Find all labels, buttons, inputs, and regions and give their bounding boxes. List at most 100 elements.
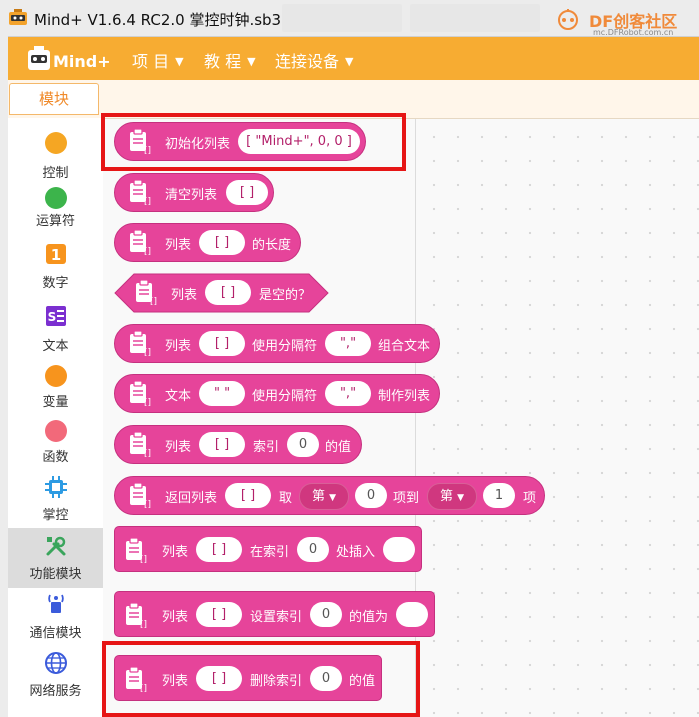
block-label: 项到: [393, 491, 420, 506]
svg-text:[]: []: [144, 146, 151, 154]
separator-input[interactable]: ",": [325, 331, 371, 356]
block-label: 处插入: [336, 545, 376, 560]
category-variables[interactable]: 变量: [8, 358, 103, 416]
to-position-dropdown[interactable]: 第 ▼: [427, 483, 477, 510]
category-label: 功能模块: [29, 567, 82, 582]
block-label: 清空列表: [165, 188, 218, 203]
svg-text:[]: []: [144, 348, 151, 356]
menu-tutorial[interactable]: 教 程 ▼: [204, 48, 256, 72]
chevron-down-icon: ▼: [329, 493, 337, 503]
block-label: 使用分隔符: [252, 389, 318, 404]
script-workspace[interactable]: [416, 119, 699, 717]
tab-bar: 模块: [8, 80, 699, 119]
list-clipboard-icon: []: [130, 128, 151, 154]
list-clipboard-icon: []: [130, 482, 151, 508]
number-one-icon: 1: [46, 244, 66, 264]
block-label: 是空的？: [259, 288, 312, 303]
category-functions[interactable]: 函数: [8, 413, 103, 471]
category-number[interactable]: 1 数字: [8, 240, 103, 298]
title-bar: Mind+ V1.6.4 RC2.0 掌控时钟.sb3 DF创客社区 mc.DF…: [0, 0, 699, 37]
list-value-input[interactable]: [ ]: [205, 280, 251, 305]
list-value-input[interactable]: [ ]: [199, 331, 245, 356]
list-value-input[interactable]: [ ]: [225, 483, 271, 508]
dfrobot-watermark: DF创客社区 mc.DFRobot.com.cn: [549, 6, 699, 36]
block-list-length[interactable]: [] 列表 [ ] 的长度: [114, 223, 301, 262]
chevron-down-icon: ▼: [175, 55, 184, 68]
category-communication[interactable]: 通信模块: [8, 590, 103, 648]
block-label: 制作列表: [378, 389, 431, 404]
watermark-url: mc.DFRobot.com.cn: [593, 28, 674, 37]
svg-text:[]: []: [144, 500, 151, 508]
separator-input[interactable]: ",": [325, 381, 371, 406]
block-list-join-text[interactable]: [] 列表 [ ] 使用分隔符 "," 组合文本: [114, 324, 440, 363]
svg-text:[]: []: [144, 449, 151, 457]
menu-bar: Mind+ 项 目 ▼ 教 程 ▼ 连接设备 ▼: [8, 37, 699, 80]
dropdown-label: 第: [439, 489, 453, 504]
text-icon: S: [46, 306, 66, 326]
list-value-input[interactable]: [ ]: [196, 602, 242, 627]
list-clipboard-icon: []: [130, 431, 151, 457]
mindplus-logo[interactable]: Mind+: [26, 43, 114, 75]
operators-dot-icon: [45, 187, 67, 209]
svg-text:[]: []: [140, 555, 147, 563]
insert-value-input[interactable]: [383, 537, 415, 562]
logo-text: Mind+: [53, 52, 111, 71]
svg-text:[]: []: [150, 297, 157, 305]
category-label: 网络服务: [29, 684, 82, 699]
index-input[interactable]: 0: [297, 537, 329, 562]
category-sidebar: 控制 运算符 1 数字 S 文本 变量 函数 掌控 功能模块 通信模块 网络服务: [8, 118, 104, 717]
block-label: 设置索引: [250, 610, 303, 625]
block-init-list[interactable]: [] 初始化列表 [ "Mind+", 0, 0 ]: [114, 122, 366, 161]
block-label: 列表: [162, 674, 189, 689]
block-label: 列表: [171, 288, 198, 303]
category-function-modules[interactable]: 功能模块: [8, 528, 103, 588]
block-list-delete-index[interactable]: [] 列表 [ ] 删除索引 0 的值: [114, 655, 382, 701]
svg-text:[]: []: [144, 197, 151, 205]
tab-blocks[interactable]: 模块: [9, 83, 99, 115]
list-clipboard-icon: []: [126, 537, 147, 563]
block-label: 列表: [165, 440, 192, 455]
block-label: 在索引: [250, 545, 290, 560]
list-value-input[interactable]: [ ]: [199, 432, 245, 457]
block-list-is-empty[interactable]: [] 列表 [ ] 是空的？: [114, 273, 329, 313]
menu-project-label: 项 目: [132, 52, 170, 71]
control-dot-icon: [45, 132, 67, 154]
list-value-input[interactable]: [ ]: [226, 180, 268, 205]
from-index-input[interactable]: 0: [355, 483, 387, 508]
tools-icon: [46, 536, 66, 556]
menu-project[interactable]: 项 目 ▼: [132, 48, 184, 72]
block-label: 使用分隔符: [252, 339, 318, 354]
antenna-icon: [48, 594, 64, 613]
index-input[interactable]: 0: [310, 602, 342, 627]
block-label: 的值: [325, 440, 352, 455]
category-mpython[interactable]: 掌控: [8, 470, 103, 528]
category-control[interactable]: 控制: [8, 126, 103, 184]
set-value-input[interactable]: [396, 602, 428, 627]
text-value-input[interactable]: " ": [199, 381, 245, 406]
functions-dot-icon: [45, 420, 67, 442]
block-list-get-index[interactable]: [] 列表 [ ] 索引 0 的值: [114, 425, 362, 464]
block-label: 索引: [253, 440, 280, 455]
from-position-dropdown[interactable]: 第 ▼: [299, 483, 349, 510]
index-input[interactable]: 0: [310, 666, 342, 691]
app-icon: [9, 9, 27, 25]
list-value-input[interactable]: [ "Mind+", 0, 0 ]: [238, 129, 360, 154]
block-list-insert[interactable]: [] 列表 [ ] 在索引 0 处插入: [114, 526, 422, 572]
svg-text:[]: []: [144, 247, 151, 255]
block-text-split-list[interactable]: [] 文本 " " 使用分隔符 "," 制作列表: [114, 374, 440, 413]
list-clipboard-icon: []: [130, 380, 151, 406]
block-list-set-index[interactable]: [] 列表 [ ] 设置索引 0 的值为: [114, 591, 435, 637]
category-network[interactable]: 网络服务: [8, 648, 103, 706]
category-text[interactable]: S 文本: [8, 302, 103, 360]
list-value-input[interactable]: [ ]: [199, 230, 245, 255]
to-index-input[interactable]: 1: [483, 483, 515, 508]
category-operators[interactable]: 运算符: [8, 182, 103, 240]
block-clear-list[interactable]: [] 清空列表 [ ]: [114, 173, 274, 212]
menu-connect-label: 连接设备: [275, 52, 340, 71]
block-get-sublist[interactable]: [] 返回列表 [ ] 取 第 ▼ 0 项到 第 ▼ 1 项: [114, 476, 545, 515]
list-value-input[interactable]: [ ]: [196, 666, 242, 691]
category-label: 变量: [42, 395, 69, 410]
menu-connect-device[interactable]: 连接设备 ▼: [275, 48, 353, 72]
list-value-input[interactable]: [ ]: [196, 537, 242, 562]
index-input[interactable]: 0: [287, 432, 319, 457]
